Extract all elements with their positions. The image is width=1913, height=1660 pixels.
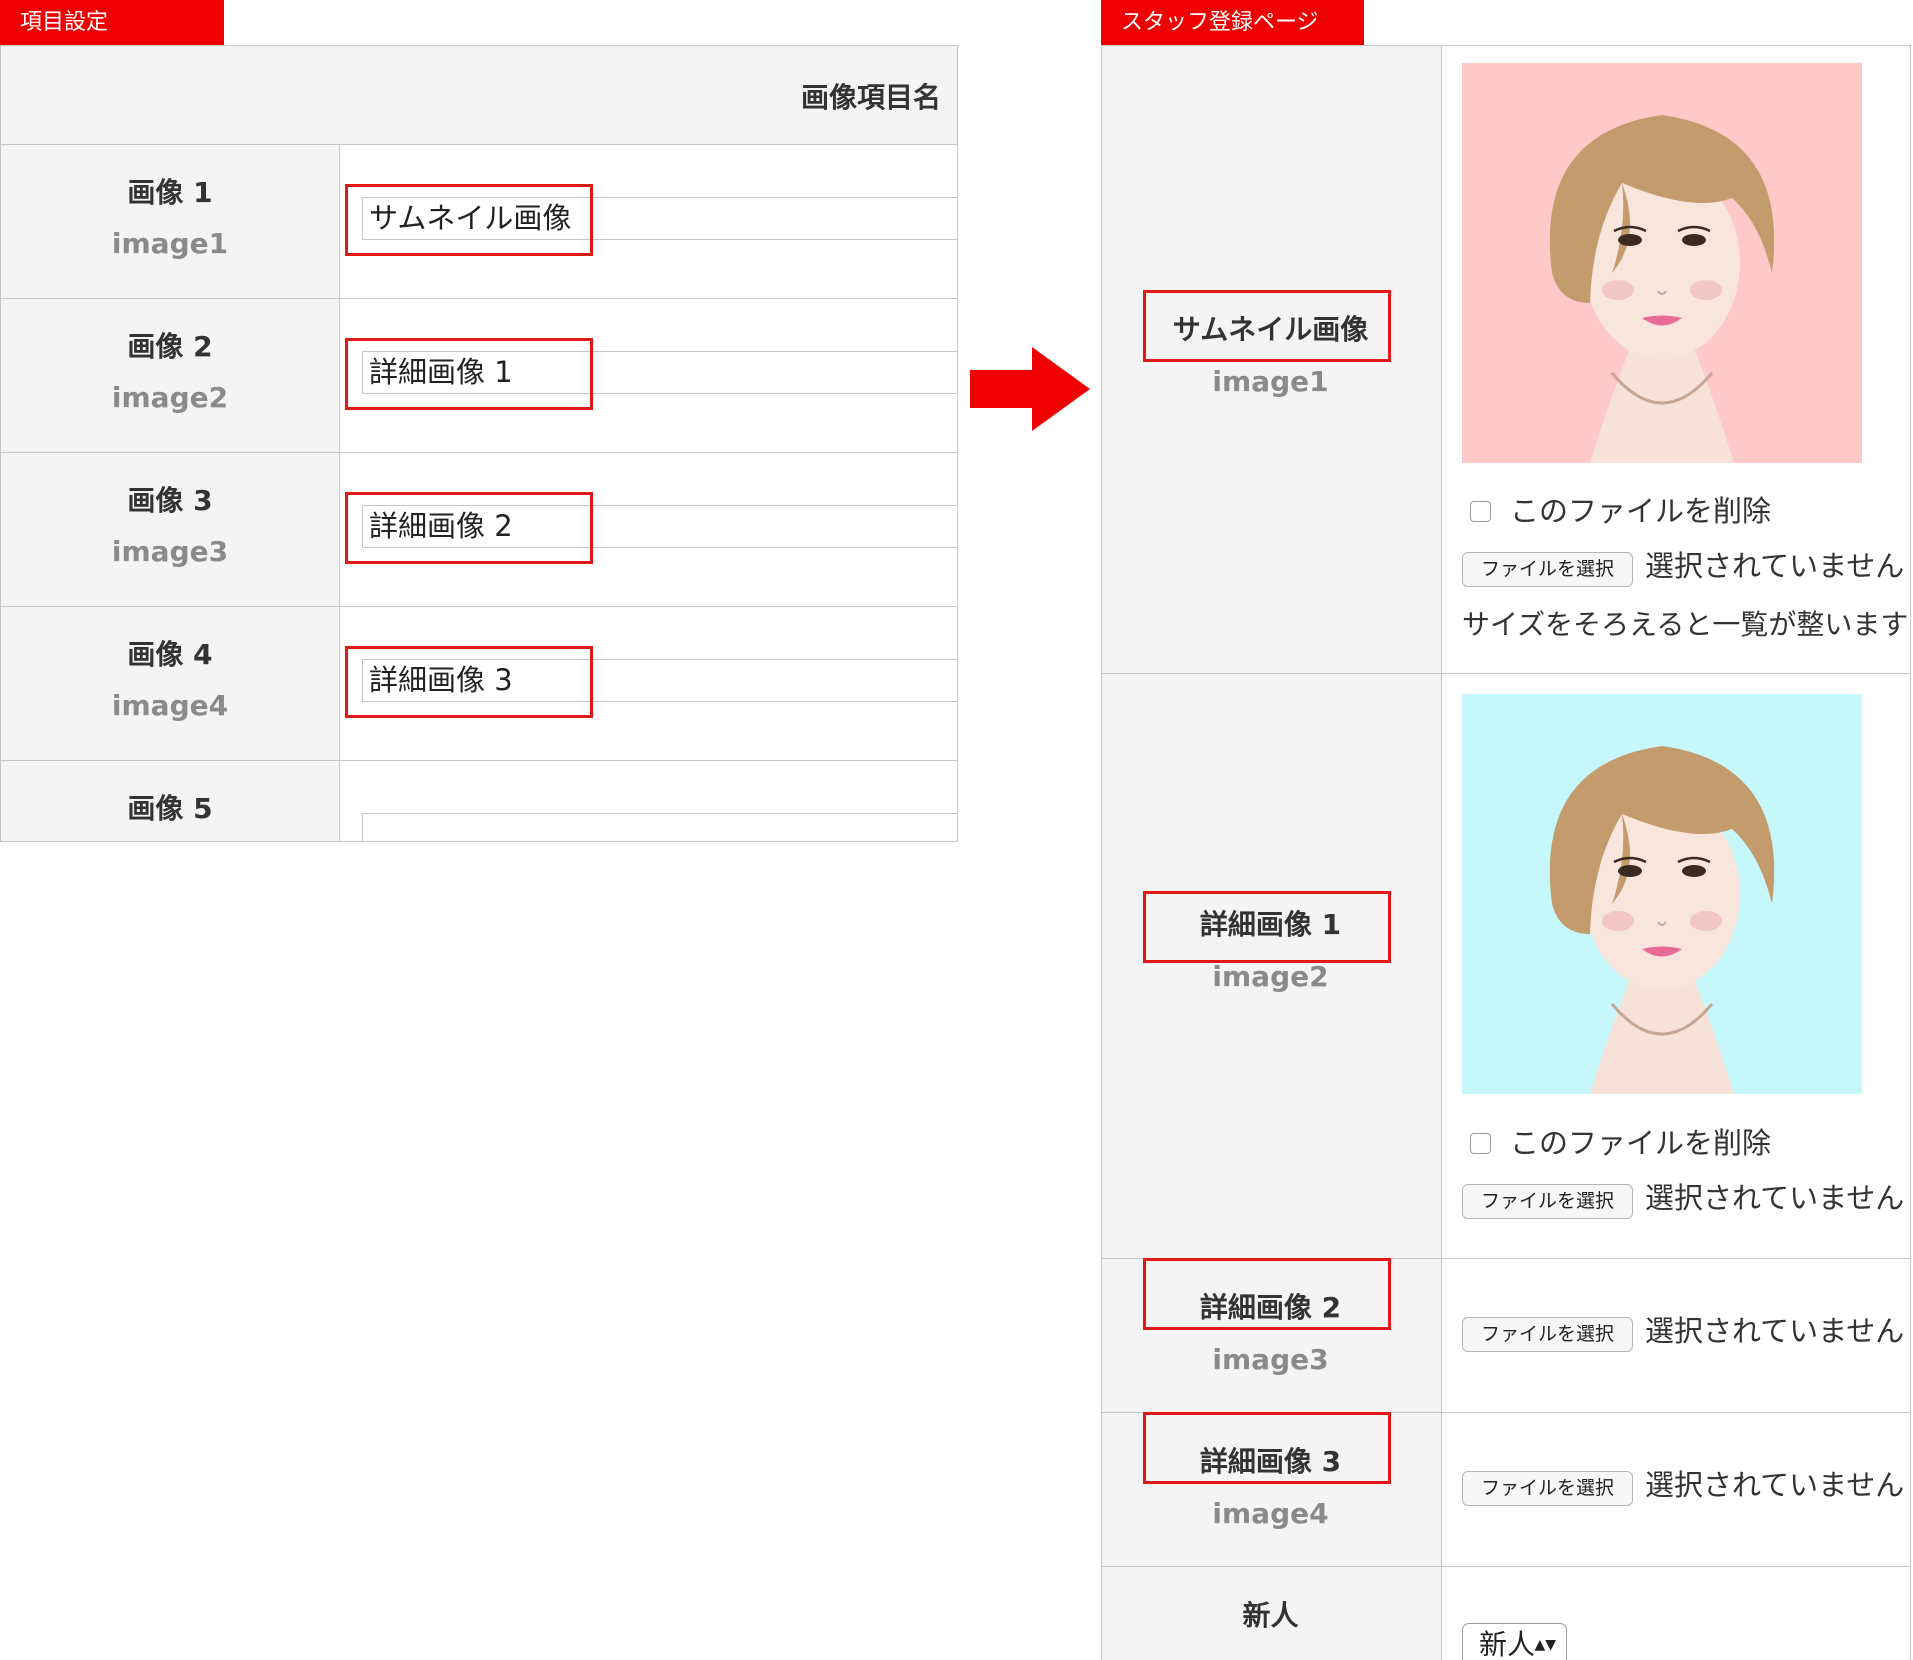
table-row: 画像 3 image3 詳細画像 2 bbox=[1, 452, 957, 606]
hint-text: サイズをそろえると一覧が整います bbox=[1462, 608, 1909, 641]
select-value: 新人 bbox=[1479, 1628, 1536, 1660]
row-label: 画像 4 bbox=[127, 638, 213, 671]
file-status: 選択されていません bbox=[1645, 549, 1905, 583]
table-row: 画像 4 image4 詳細画像 3 bbox=[1, 606, 957, 760]
table-row: 詳細画像 3 image4 ファイルを選択 選択されていません bbox=[1102, 1412, 1910, 1566]
delete-file-label: このファイルを削除 bbox=[1510, 494, 1772, 528]
detail-photo-1 bbox=[1462, 694, 1862, 1094]
row-label: 詳細画像 3 bbox=[1199, 1445, 1342, 1478]
item-settings-panel: 画像項目名 画像 1 image1 サムネイル画像 画像 2 image2 詳細画像… bbox=[0, 45, 958, 842]
table-header: 画像項目名 bbox=[1, 46, 957, 144]
row-label: 画像 2 bbox=[127, 330, 213, 363]
choose-file-button[interactable]: ファイルを選択 bbox=[1462, 1471, 1633, 1506]
right-arrow-icon bbox=[970, 347, 1090, 431]
newcomer-select[interactable]: 新人 ▲▼ bbox=[1462, 1623, 1567, 1660]
staff-page-tab-label: スタッフ登録ページ bbox=[1101, 0, 1364, 46]
column-header-image-item-name: 画像項目名 bbox=[800, 81, 941, 114]
table-row: サムネイル画像 image1 このファイルを削除 ファイルを選択 選択されていま… bbox=[1102, 46, 1910, 673]
row-label: 詳細画像 1 bbox=[1199, 908, 1342, 941]
settings-tab-label: 項目設定 bbox=[0, 0, 224, 46]
row-label: 詳細画像 2 bbox=[1199, 1291, 1342, 1324]
row-key: image3 bbox=[111, 535, 229, 568]
thumbnail-photo bbox=[1462, 63, 1862, 463]
file-status: 選択されていません bbox=[1645, 1181, 1905, 1215]
delete-file-checkbox[interactable] bbox=[1470, 1133, 1491, 1154]
table-row: 詳細画像 1 image2 このファイルを削除 ファイルを選択 選択されていませ… bbox=[1102, 673, 1910, 1258]
table-row: 画像 5 bbox=[1, 760, 957, 841]
row-key: image1 bbox=[111, 227, 229, 260]
image1-name-input[interactable]: サムネイル画像 bbox=[362, 197, 957, 240]
choose-file-button[interactable]: ファイルを選択 bbox=[1462, 552, 1633, 587]
image5-name-input[interactable] bbox=[362, 813, 957, 841]
row-label: サムネイル画像 bbox=[1172, 313, 1369, 346]
table-row: 新人 new 新人 ▲▼ bbox=[1102, 1566, 1910, 1660]
delete-file-checkbox[interactable] bbox=[1470, 501, 1491, 522]
row-key: image2 bbox=[111, 381, 229, 414]
table-row: 画像 2 image2 詳細画像 1 bbox=[1, 298, 957, 452]
row-key: image2 bbox=[1212, 960, 1329, 993]
row-label: 画像 3 bbox=[127, 484, 213, 517]
table-row: 画像 1 image1 サムネイル画像 bbox=[1, 144, 957, 298]
file-status: 選択されていません bbox=[1645, 1468, 1905, 1502]
row-key: image3 bbox=[1212, 1343, 1329, 1376]
choose-file-button[interactable]: ファイルを選択 bbox=[1462, 1317, 1633, 1352]
row-key: image4 bbox=[1212, 1497, 1329, 1530]
row-label: 画像 5 bbox=[127, 792, 213, 825]
image2-name-input[interactable]: 詳細画像 1 bbox=[362, 351, 957, 394]
file-status: 選択されていません bbox=[1645, 1314, 1905, 1348]
row-label: 画像 1 bbox=[127, 176, 213, 209]
row-key: image1 bbox=[1212, 365, 1329, 398]
select-arrows-icon: ▲▼ bbox=[1534, 1637, 1556, 1653]
staff-registration-panel: サムネイル画像 image1 このファイルを削除 ファイルを選択 選択されていま… bbox=[1101, 45, 1911, 1660]
row-key: image4 bbox=[111, 689, 229, 722]
table-row: 詳細画像 2 image3 ファイルを選択 選択されていません bbox=[1102, 1258, 1910, 1412]
image3-name-input[interactable]: 詳細画像 2 bbox=[362, 505, 957, 548]
row-key: new bbox=[1102, 1651, 1439, 1660]
row-label: 新人 bbox=[1242, 1599, 1299, 1632]
choose-file-button[interactable]: ファイルを選択 bbox=[1462, 1184, 1633, 1219]
delete-file-label: このファイルを削除 bbox=[1510, 1126, 1772, 1160]
image4-name-input[interactable]: 詳細画像 3 bbox=[362, 659, 957, 702]
